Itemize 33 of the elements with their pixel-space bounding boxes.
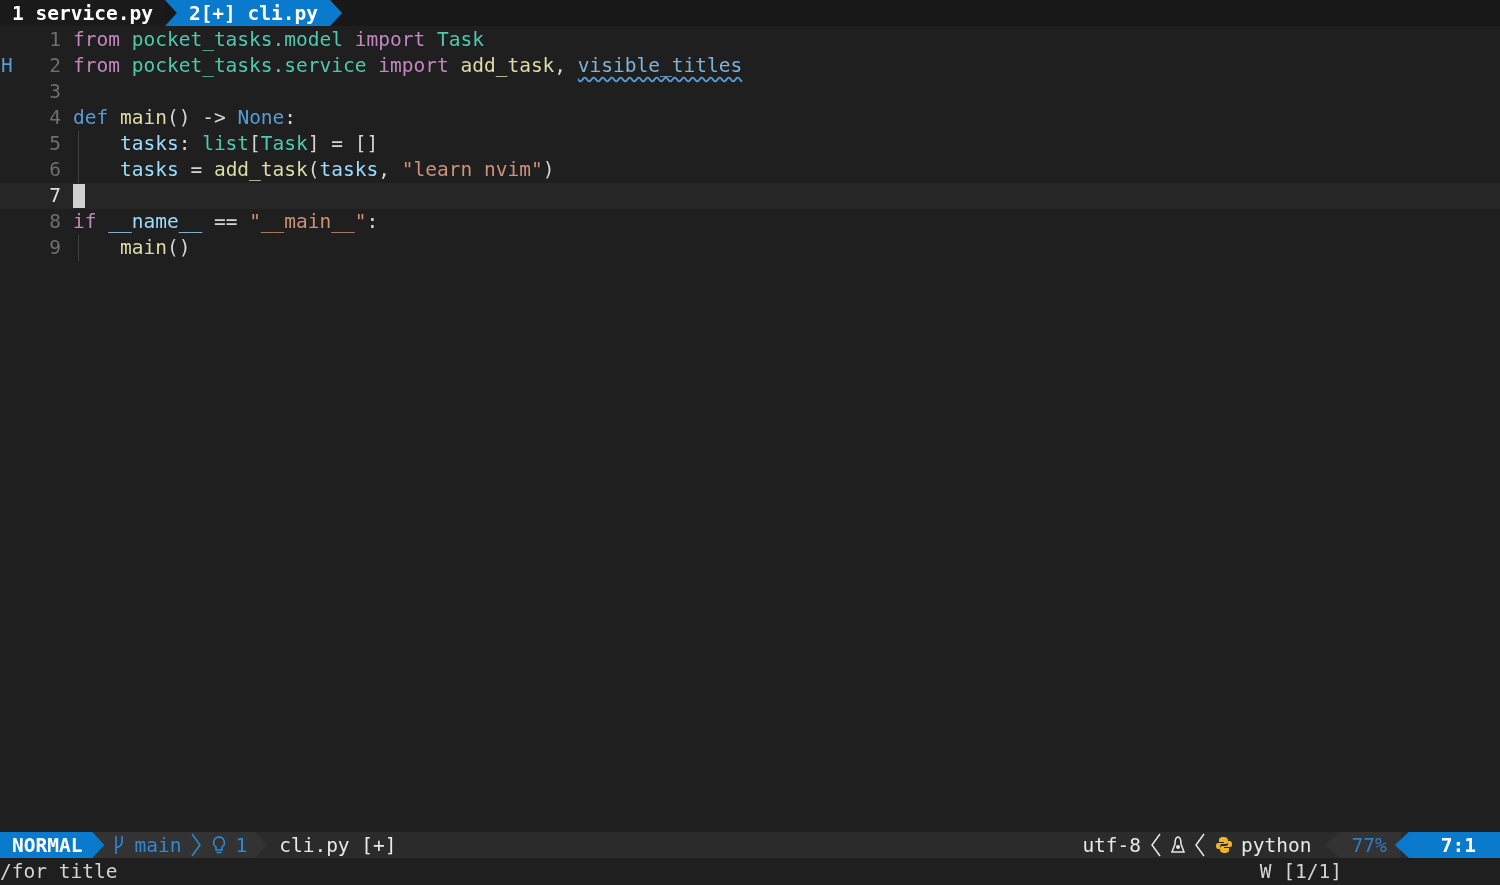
scroll-percent-label: 77% bbox=[1325, 832, 1401, 858]
search-count: W [1/1] bbox=[1259, 860, 1342, 883]
code-line: tasks = add_task(tasks, "learn nvim") bbox=[119, 157, 555, 183]
line-number: 7 bbox=[48, 183, 62, 209]
code-line: def main() -> None: bbox=[73, 105, 297, 131]
code-line: from pocket_tasks.model import Task bbox=[73, 27, 484, 53]
command-line[interactable]: /for title bbox=[0, 860, 118, 883]
lightbulb-icon bbox=[211, 835, 228, 855]
diagnostic-count: 1 bbox=[235, 833, 248, 857]
tab[interactable]: 2[+] cli.py bbox=[164, 0, 343, 26]
code-line: if __name__ == "__main__": bbox=[73, 209, 379, 235]
chevron-icon bbox=[189, 832, 204, 858]
file-encoding: utf-8 bbox=[1082, 833, 1142, 857]
chevron-icon bbox=[1193, 832, 1208, 858]
cursor bbox=[73, 184, 85, 208]
line-number: 2 bbox=[48, 53, 62, 79]
line-number: 1 bbox=[48, 27, 62, 53]
code-line: main() bbox=[119, 235, 191, 261]
gutter-sign: H bbox=[0, 53, 14, 79]
file-type: python bbox=[1241, 833, 1312, 857]
code-line: from pocket_tasks.service import add_task, visible_titles bbox=[73, 53, 743, 79]
chevron-icon bbox=[1149, 832, 1164, 858]
file-name: cli.py [+] bbox=[278, 833, 397, 857]
python-icon bbox=[1215, 836, 1234, 854]
line-number: 6 bbox=[48, 157, 62, 183]
code-line: tasks: list[Task] = [] bbox=[119, 131, 379, 157]
line-number: 3 bbox=[48, 79, 62, 105]
line-number: 9 bbox=[48, 235, 62, 261]
cursor-position: 7:1 bbox=[1394, 832, 1500, 858]
git-branch: main bbox=[134, 833, 182, 857]
line-number: 4 bbox=[48, 105, 62, 131]
line-number: 8 bbox=[48, 209, 62, 235]
line-number: 5 bbox=[48, 131, 62, 157]
